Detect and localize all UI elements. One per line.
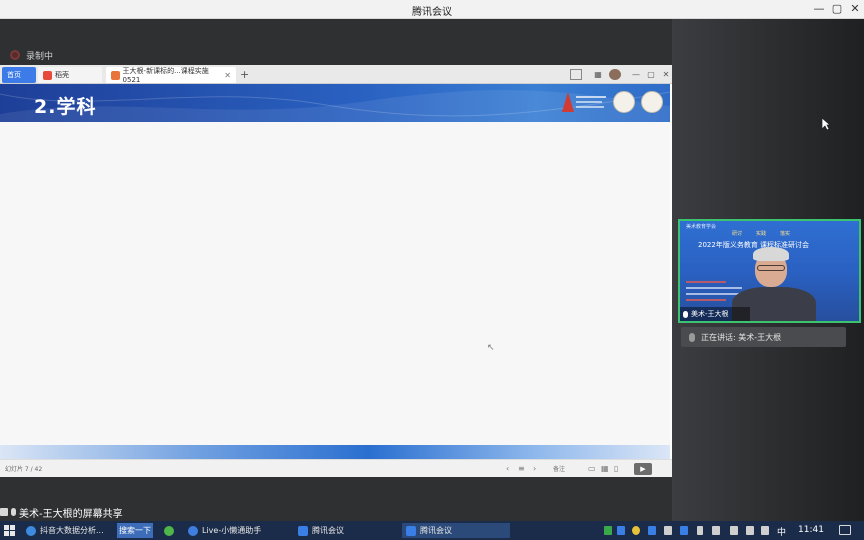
- tray-device-icon[interactable]: [697, 526, 703, 535]
- minimize-button[interactable]: —: [812, 2, 826, 16]
- speaking-text: 正在讲话: 美术-王大根: [701, 332, 782, 342]
- slide-list-icon[interactable]: ≡: [518, 464, 525, 473]
- participant-name: 美术-王大根: [691, 310, 729, 318]
- tray-bluetooth-icon[interactable]: [617, 526, 625, 535]
- speaker-glasses: [757, 265, 785, 271]
- notification-icon[interactable]: [839, 525, 851, 535]
- taskbar-item-meeting-1[interactable]: 腾讯会议: [294, 523, 388, 538]
- windows-taskbar: 抖音大数据分析... 搜索一下 Live-小懒通助手 腾讯会议 腾讯会议 中 1…: [0, 521, 864, 540]
- browser-close-button[interactable]: ✕: [660, 69, 672, 80]
- slide-footer-band: [0, 445, 670, 459]
- school-seal-icon: [641, 91, 663, 113]
- grid-icon[interactable]: ▦: [592, 69, 604, 80]
- presentation-status-bar: 幻灯片 7 / 42 ‹ ≡ › 备注 ▭ ▦ ▯ ▶: [0, 459, 672, 477]
- video-tag: 落实: [780, 231, 791, 237]
- sharer-name: 美术-王大根的屏幕共享: [19, 508, 123, 520]
- tray-app-icon[interactable]: [712, 526, 720, 535]
- input-method-indicator[interactable]: 中: [777, 525, 786, 538]
- taskbar-item-label: 腾讯会议: [420, 526, 452, 535]
- sorter-view-icon[interactable]: ▦: [601, 464, 609, 473]
- tab-presentation[interactable]: 王大根-新课标的...课程实施0521 ✕: [106, 67, 236, 84]
- speaker-hair: [753, 247, 789, 261]
- taskbar-item-browser[interactable]: 抖音大数据分析...: [22, 523, 115, 538]
- play-slideshow-icon[interactable]: ▶: [634, 463, 652, 475]
- live-icon: [188, 525, 198, 536]
- cursor-icon: [821, 117, 831, 131]
- taskbar-item-label: 抖音大数据分析...: [40, 526, 104, 535]
- association-logo-icon: [560, 90, 608, 116]
- tab-docer-label: 稻壳: [55, 71, 69, 79]
- participant-name-bar: 美术-王大根: [680, 307, 750, 321]
- network-icon[interactable]: [746, 526, 754, 535]
- docer-icon: [43, 70, 52, 80]
- video-header-text: 美术教育学会: [686, 224, 717, 230]
- speaker-mic-icon: [689, 332, 695, 342]
- taskbar-item-live[interactable]: Live-小懒通助手: [184, 523, 276, 538]
- taskbar-item-meeting-2[interactable]: 腾讯会议: [402, 523, 510, 538]
- tray-app-icon[interactable]: [632, 526, 640, 535]
- mic-icon: [683, 310, 688, 318]
- taskbar-item-label: 腾讯会议: [312, 526, 344, 535]
- recording-indicator[interactable]: 录制中: [10, 49, 54, 62]
- close-tab-icon[interactable]: ✕: [224, 71, 231, 80]
- restore-button[interactable]: ▢: [830, 2, 844, 16]
- tray-app-icon[interactable]: [648, 526, 656, 535]
- layout-icon[interactable]: [570, 69, 582, 80]
- screen-share-label: 美术-王大根的屏幕共享: [0, 505, 123, 520]
- browser-tab-bar: 首页 稻壳 王大根-新课标的...课程实施0521 ✕ + ▦ — ▢ ✕: [0, 65, 672, 84]
- next-slide-icon[interactable]: ›: [533, 464, 536, 473]
- window-title: 腾讯会议: [412, 7, 452, 18]
- normal-view-icon[interactable]: ▭: [588, 464, 596, 473]
- slide-page-indicator: 幻灯片 7 / 42: [5, 466, 43, 473]
- ie-icon: [26, 525, 36, 536]
- app-icon[interactable]: [164, 526, 174, 536]
- video-tag: 实践: [756, 231, 767, 237]
- tencent-meeting-icon: [298, 525, 308, 536]
- tab-home[interactable]: 首页: [2, 67, 36, 83]
- screen-share-icon: [0, 508, 8, 516]
- notes-button[interactable]: 备注: [553, 464, 565, 473]
- participant-video-tile[interactable]: 美术教育学会 研讨 实践 落实 2022年版义务教育 课程标准研讨会 美术-王大…: [678, 219, 861, 323]
- screen: 腾讯会议 — ▢ ✕ 录制中 首页 稻壳 王大根-新课标的...课程实施0521…: [0, 0, 864, 540]
- tab-docer[interactable]: 稻壳: [38, 67, 102, 83]
- slide-header-banner: 2.学科: [0, 84, 670, 122]
- video-backdrop-title: 2022年版义务教育 课程标准研讨会: [698, 241, 810, 249]
- browser-minimize-button[interactable]: —: [630, 69, 642, 80]
- tencent-meeting-icon: [406, 525, 416, 536]
- new-tab-button[interactable]: +: [240, 68, 249, 81]
- record-icon: [10, 50, 20, 60]
- browser-restore-button[interactable]: ▢: [645, 69, 657, 80]
- video-tag: 研讨: [732, 231, 743, 237]
- prev-slide-icon[interactable]: ‹: [506, 464, 509, 473]
- battery-icon[interactable]: [730, 526, 738, 535]
- avatar[interactable]: [609, 69, 621, 80]
- close-button[interactable]: ✕: [848, 2, 862, 16]
- taskbar-search-button[interactable]: 搜索一下: [117, 523, 153, 538]
- shared-window: 首页 稻壳 王大根-新课标的...课程实施0521 ✕ + ▦ — ▢ ✕ 2.…: [0, 65, 672, 477]
- video-background: 美术教育学会 研讨 实践 落实 2022年版义务教育 课程标准研讨会 美术-王大…: [680, 221, 859, 321]
- mic-icon: [11, 508, 16, 516]
- slide-title: 2.学科: [34, 96, 97, 118]
- volume-icon[interactable]: [761, 526, 769, 535]
- tray-app-icon[interactable]: [604, 526, 612, 535]
- reading-view-icon[interactable]: ▯: [614, 464, 618, 473]
- tray-app-icon[interactable]: [680, 526, 688, 535]
- recording-label: 录制中: [26, 51, 54, 62]
- speaking-indicator: 正在讲话: 美术-王大根: [681, 327, 846, 347]
- video-tags: 研讨 实践 落实: [732, 230, 790, 237]
- university-seal-icon: [613, 91, 635, 113]
- clock[interactable]: 11:41: [798, 525, 824, 535]
- ppt-icon: [111, 70, 120, 80]
- tab-presentation-label: 王大根-新课标的...课程实施0521: [122, 67, 209, 84]
- window-title-bar: 腾讯会议 — ▢ ✕: [0, 0, 864, 19]
- start-button[interactable]: [4, 525, 15, 536]
- tray-display-icon[interactable]: [664, 526, 672, 535]
- slide-content-area: [0, 122, 670, 445]
- mouse-pointer-icon: ↖: [487, 343, 495, 353]
- taskbar-item-label: Live-小懒通助手: [202, 526, 262, 535]
- tab-home-label: 首页: [7, 71, 21, 79]
